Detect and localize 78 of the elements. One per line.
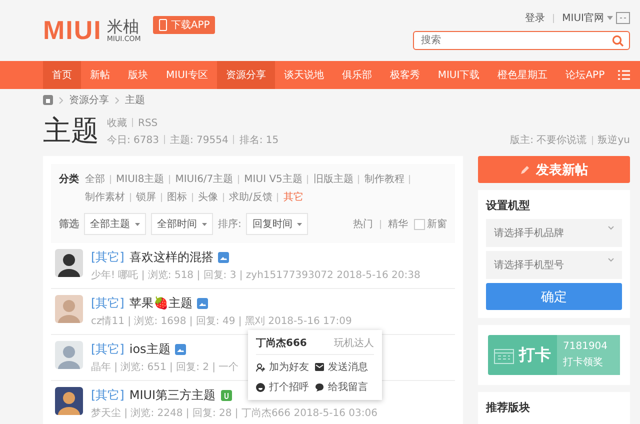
category-link[interactable]: 图标 <box>167 190 187 204</box>
category-tag-link[interactable]: [其它] <box>91 295 124 312</box>
nav-tab[interactable]: MIUI专区 <box>157 61 217 89</box>
download-app-link[interactable]: 下载APP <box>152 16 215 34</box>
check-in-count: 7181904 <box>563 341 609 352</box>
category-link[interactable]: 旧版主题 <box>313 172 354 186</box>
site-menu[interactable]: MIUI官网 <box>562 11 613 25</box>
filter-dropdown[interactable]: 全部时间 <box>151 213 213 235</box>
category-link[interactable]: 头像 <box>198 190 218 204</box>
check-in-button[interactable]: 打卡 7181904 打卡领奖 <box>488 335 620 375</box>
filter-toggle-link[interactable]: 热门 <box>353 217 373 231</box>
thread-meta: cz情11 | 浏览: 1698 | 回复: 49 | 黑刈 2018-5-16 17:09 <box>91 314 352 328</box>
sort-dropdown[interactable]: 回复时间 <box>246 213 308 235</box>
check-in-label: 打卡 <box>519 344 551 366</box>
category-tag-link[interactable]: [其它] <box>91 341 124 358</box>
forum-link[interactable]: RSS <box>138 118 158 128</box>
forum-stat: 排名: 15 <box>239 134 279 146</box>
thread-meta: 少年! 哪吒 | 浏览: 518 | 回复: 3 | zyh15177393072 2018-5-16 20:38 <box>91 268 420 282</box>
phone-select[interactable]: 请选择手机型号 <box>486 251 622 279</box>
moderator-link[interactable]: 叛逆yu <box>598 135 630 146</box>
nav-tab[interactable]: MIUI下载 <box>428 61 489 89</box>
forum-stat: 主题: 79554 <box>170 134 228 146</box>
check-in-reward: 打卡领奖 <box>563 356 604 369</box>
thread-title-link[interactable]: 苹果🍓主题 <box>129 295 192 312</box>
user-action-link[interactable]: 给我留言 <box>315 380 374 394</box>
category-link[interactable]: MIUI8主题 <box>116 172 164 186</box>
thread-meta: 晶年 | 浏览: 651 | 回复: 2 | 一个 <box>91 360 239 374</box>
sort-label: 排序: <box>218 218 242 231</box>
nav-tab[interactable]: 橙色星期五 <box>488 61 557 89</box>
category-link[interactable]: 求助/反馈 <box>229 190 272 204</box>
phone-select[interactable]: 请选择手机品牌 <box>486 219 622 247</box>
logo-subtitle: 米柚 <box>106 18 139 35</box>
category-link[interactable]: MIUI V5主题 <box>244 172 302 186</box>
moderator-link[interactable]: 不要你说谎 <box>536 135 587 146</box>
category-tag-link[interactable]: [其它] <box>91 387 124 404</box>
nav-tab[interactable]: 谈天说地 <box>274 61 333 89</box>
breadcrumb-link[interactable]: 主题 <box>125 93 145 107</box>
filter-toggle-link[interactable]: 精华 <box>388 217 408 231</box>
category-link[interactable]: 其它 <box>283 190 304 204</box>
nav-tab[interactable]: 新帖 <box>81 61 119 89</box>
thread-title-link[interactable]: 喜欢这样的混搭 <box>129 249 214 266</box>
breadcrumb-link[interactable]: 资源分享 <box>69 93 109 107</box>
category-tag-link[interactable]: [其它] <box>91 249 124 266</box>
filter-dropdown[interactable]: 全部主题 <box>84 213 146 235</box>
card-title: 设置机型 <box>486 198 531 213</box>
user-action-link[interactable]: 打个招呼 <box>256 380 315 394</box>
nav-tab[interactable]: 俱乐部 <box>332 61 381 89</box>
moderators-label: 版主: <box>510 135 534 146</box>
logo-text[interactable]: MIUI <box>43 15 102 46</box>
new-post-button[interactable]: 发表新帖 <box>478 156 630 183</box>
thread-title-link[interactable]: MIUI第三方主题 <box>129 387 216 404</box>
forum-stat: 今日: 6783 <box>107 134 159 146</box>
new-window-label: 新窗 <box>427 218 447 231</box>
filter-label: 筛选 <box>59 218 79 231</box>
nav-tab[interactable]: 极客秀 <box>380 61 429 89</box>
category-link[interactable]: 制作教程 <box>364 172 404 186</box>
forum-link[interactable]: 收藏 <box>107 118 127 128</box>
nav-tab[interactable]: 论坛APP <box>556 61 614 89</box>
thread-meta: 梦天尘 | 浏览: 2248 | 回复: 28 | 丁尚杰666 2018-5-16 03:06 <box>91 406 378 420</box>
search-input[interactable]: 搜索 <box>419 34 612 47</box>
nav-tab[interactable]: 版块 <box>119 61 157 89</box>
category-link[interactable]: 锁屏 <box>136 190 156 204</box>
forum-title: 主题 <box>43 113 99 149</box>
nav-tab[interactable]: 首页 <box>43 61 81 89</box>
category-link[interactable]: MIUI6/7主题 <box>175 172 234 186</box>
nav-tab[interactable]: 资源分享 <box>216 61 275 89</box>
category-link[interactable]: 制作素材 <box>85 190 125 204</box>
user-rank: 玩机达人 <box>334 336 374 350</box>
search-field[interactable]: 搜索 <box>413 31 630 50</box>
card-title: 推荐版块 <box>486 400 531 415</box>
confirm-button[interactable]: 确定 <box>486 283 622 310</box>
user-name[interactable]: 丁尚杰666 <box>256 336 307 350</box>
user-action-link[interactable]: 加为好友 <box>256 360 315 374</box>
thread-title-link[interactable]: ios主题 <box>129 341 170 358</box>
category-label: 分类 <box>59 172 79 187</box>
login-link[interactable]: 登录 <box>525 11 546 25</box>
category-link[interactable]: 全部 <box>85 172 105 186</box>
user-action-link[interactable]: 发送消息 <box>315 360 374 374</box>
